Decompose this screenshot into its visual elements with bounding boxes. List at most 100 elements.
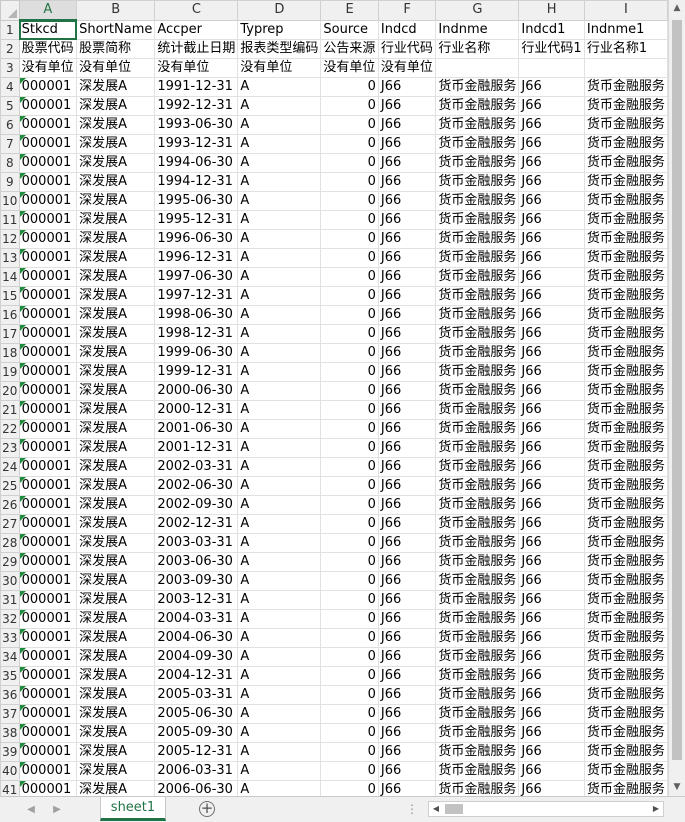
cell-a31[interactable]: 000001	[18, 590, 78, 610]
cell-i31[interactable]: 货币金融服务	[583, 590, 668, 610]
cell-b36[interactable]: 深发展A	[76, 685, 156, 705]
cell-h22[interactable]: J66	[518, 419, 585, 439]
cell-d4[interactable]: A	[237, 77, 322, 97]
cell-g23[interactable]: 货币金融服务	[435, 438, 520, 458]
cell-i21[interactable]: 货币金融服务	[583, 400, 668, 420]
cell-f39[interactable]: J66	[377, 742, 437, 762]
cell-a4[interactable]: 000001	[18, 77, 78, 97]
cell-e14[interactable]: 0	[320, 267, 379, 287]
cell-h37[interactable]: J66	[518, 704, 585, 724]
cell-f13[interactable]: J66	[377, 248, 437, 268]
cell-g21[interactable]: 货币金融服务	[435, 400, 520, 420]
cell-a10[interactable]: 000001	[18, 191, 78, 211]
cell-e16[interactable]: 0	[320, 305, 379, 325]
cell-f38[interactable]: J66	[377, 723, 437, 743]
cell-d40[interactable]: A	[237, 761, 322, 781]
cell-i41[interactable]: 货币金融服务	[583, 780, 668, 796]
cell-f40[interactable]: J66	[377, 761, 437, 781]
cell-f4[interactable]: J66	[377, 77, 437, 97]
column-header-h[interactable]: H	[518, 0, 585, 21]
cell-h10[interactable]: J66	[518, 191, 585, 211]
cell-d12[interactable]: A	[237, 229, 322, 249]
cell-a11[interactable]: 000001	[18, 210, 78, 230]
cell-c21[interactable]: 2000-12-31	[154, 400, 239, 420]
cell-d34[interactable]: A	[237, 647, 322, 667]
cell-e21[interactable]: 0	[320, 400, 379, 420]
cell-h18[interactable]: J66	[518, 343, 585, 363]
cell-e23[interactable]: 0	[320, 438, 379, 458]
row-header[interactable]: 20	[0, 381, 20, 401]
cell-h33[interactable]: J66	[518, 628, 585, 648]
row-header[interactable]: 39	[0, 742, 20, 762]
cell-a8[interactable]: 000001	[18, 153, 78, 173]
cell-f28[interactable]: J66	[377, 533, 437, 553]
cell-b32[interactable]: 深发展A	[76, 609, 156, 629]
select-all-corner[interactable]	[0, 0, 20, 21]
cell-i19[interactable]: 货币金融服务	[583, 362, 668, 382]
cell-i25[interactable]: 货币金融服务	[583, 476, 668, 496]
cell-d7[interactable]: A	[237, 134, 322, 154]
cell-i16[interactable]: 货币金融服务	[583, 305, 668, 325]
cell-a26[interactable]: 000001	[18, 495, 78, 515]
cell-g11[interactable]: 货币金融服务	[435, 210, 520, 230]
row-header[interactable]: 28	[0, 533, 20, 553]
cell-b29[interactable]: 深发展A	[76, 552, 156, 572]
row-header[interactable]: 8	[0, 153, 20, 173]
cell-f19[interactable]: J66	[377, 362, 437, 382]
cell-c24[interactable]: 2002-03-31	[154, 457, 239, 477]
cell-c29[interactable]: 2003-06-30	[154, 552, 239, 572]
cell-b3[interactable]: 没有单位	[76, 58, 156, 78]
scroll-up-arrow-icon[interactable]: ▲	[669, 0, 685, 17]
cell-d17[interactable]: A	[237, 324, 322, 344]
row-header[interactable]: 2	[0, 39, 20, 59]
cell-h34[interactable]: J66	[518, 647, 585, 667]
cell-d25[interactable]: A	[237, 476, 322, 496]
cell-i13[interactable]: 货币金融服务	[583, 248, 668, 268]
cell-i30[interactable]: 货币金融服务	[583, 571, 668, 591]
cell-i22[interactable]: 货币金融服务	[583, 419, 668, 439]
cell-d8[interactable]: A	[237, 153, 322, 173]
cell-a25[interactable]: 000001	[18, 476, 78, 496]
cell-i5[interactable]: 货币金融服务	[583, 96, 668, 116]
cell-i2[interactable]: 行业名称1	[583, 39, 668, 59]
cell-g8[interactable]: 货币金融服务	[435, 153, 520, 173]
row-header[interactable]: 41	[0, 780, 20, 796]
cell-b5[interactable]: 深发展A	[76, 96, 156, 116]
cell-i17[interactable]: 货币金融服务	[583, 324, 668, 344]
cell-h24[interactable]: J66	[518, 457, 585, 477]
cell-f7[interactable]: J66	[377, 134, 437, 154]
cell-g30[interactable]: 货币金融服务	[435, 571, 520, 591]
cell-a37[interactable]: 000001	[18, 704, 78, 724]
cell-f30[interactable]: J66	[377, 571, 437, 591]
cell-d36[interactable]: A	[237, 685, 322, 705]
cell-h19[interactable]: J66	[518, 362, 585, 382]
cell-g34[interactable]: 货币金融服务	[435, 647, 520, 667]
cell-h4[interactable]: J66	[518, 77, 585, 97]
cell-f6[interactable]: J66	[377, 115, 437, 135]
cell-e9[interactable]: 0	[320, 172, 379, 192]
scroll-right-arrow-icon[interactable]: ▶	[649, 802, 663, 816]
cell-h30[interactable]: J66	[518, 571, 585, 591]
cell-d13[interactable]: A	[237, 248, 322, 268]
row-header[interactable]: 9	[0, 172, 20, 192]
cell-i11[interactable]: 货币金融服务	[583, 210, 668, 230]
row-header[interactable]: 33	[0, 628, 20, 648]
cell-c41[interactable]: 2006-06-30	[154, 780, 239, 796]
cell-f10[interactable]: J66	[377, 191, 437, 211]
cell-c19[interactable]: 1999-12-31	[154, 362, 239, 382]
cell-d19[interactable]: A	[237, 362, 322, 382]
column-header-f[interactable]: F	[377, 0, 437, 21]
cell-i40[interactable]: 货币金融服务	[583, 761, 668, 781]
cell-b35[interactable]: 深发展A	[76, 666, 156, 686]
cell-i8[interactable]: 货币金融服务	[583, 153, 668, 173]
cell-d38[interactable]: A	[237, 723, 322, 743]
cell-g41[interactable]: 货币金融服务	[435, 780, 520, 796]
row-header[interactable]: 32	[0, 609, 20, 629]
cell-e24[interactable]: 0	[320, 457, 379, 477]
cell-b19[interactable]: 深发展A	[76, 362, 156, 382]
cell-d20[interactable]: A	[237, 381, 322, 401]
cell-i6[interactable]: 货币金融服务	[583, 115, 668, 135]
cell-g10[interactable]: 货币金融服务	[435, 191, 520, 211]
cell-h36[interactable]: J66	[518, 685, 585, 705]
row-header[interactable]: 38	[0, 723, 20, 743]
